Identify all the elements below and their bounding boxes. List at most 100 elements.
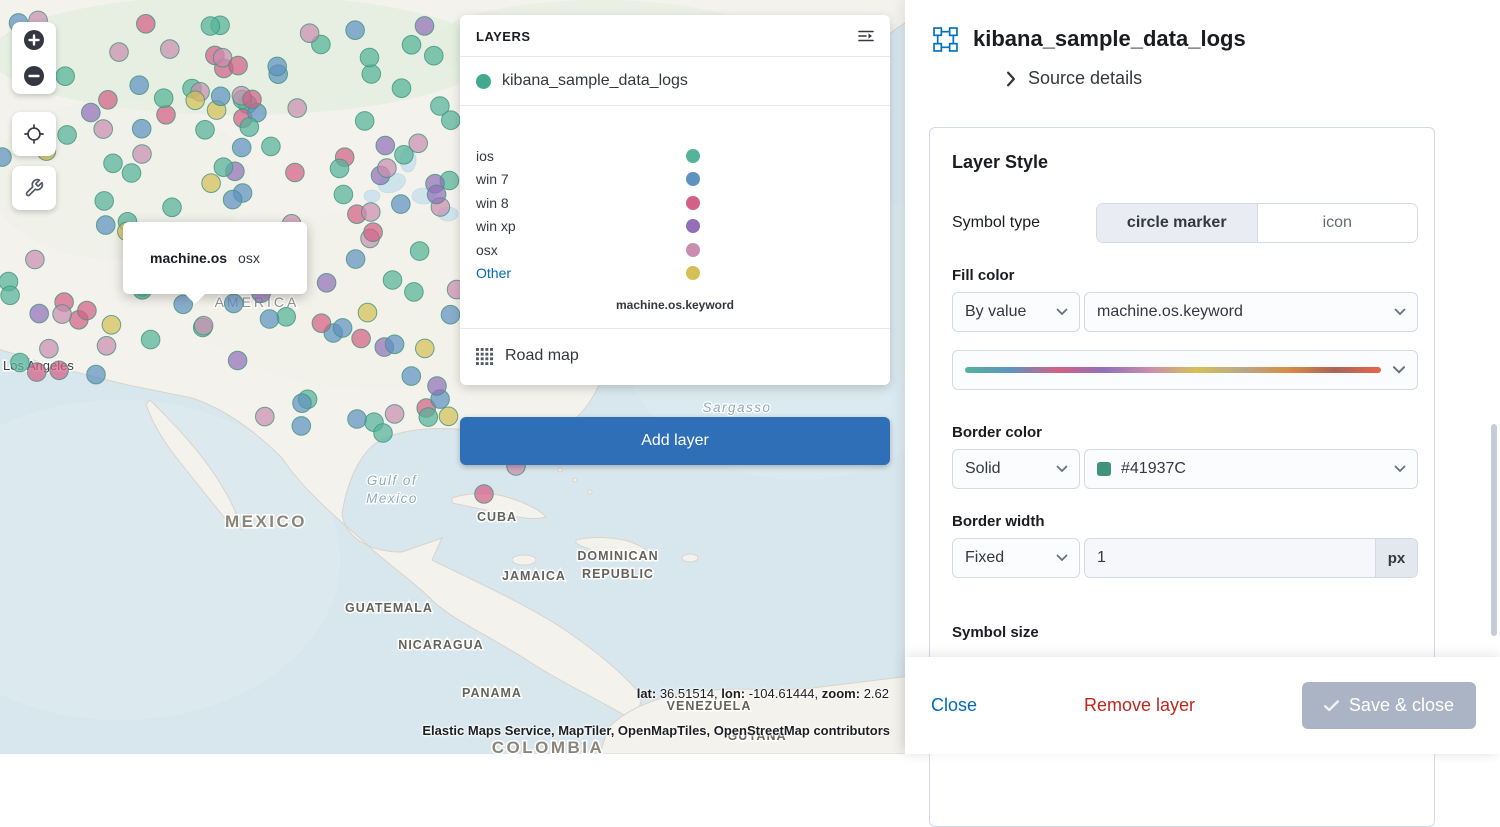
map-marker[interactable] — [405, 283, 424, 302]
map-marker[interactable] — [425, 46, 444, 65]
map-marker[interactable] — [56, 67, 75, 86]
map-marker[interactable] — [312, 314, 331, 333]
map-marker[interactable] — [122, 164, 141, 183]
map-marker[interactable] — [161, 40, 180, 59]
map-canvas[interactable]: Los AngelesAMERICAMEXICOCUBAJAMAICADOMIN… — [0, 0, 905, 754]
map-marker[interactable] — [330, 159, 349, 178]
map-marker[interactable] — [157, 106, 176, 125]
map-marker[interactable] — [104, 154, 123, 173]
color-palette-select[interactable] — [952, 350, 1418, 390]
map-marker[interactable] — [277, 308, 296, 327]
map-marker[interactable] — [99, 91, 118, 110]
map-marker[interactable] — [133, 145, 152, 164]
map-marker[interactable] — [348, 410, 367, 429]
fit-to-data-button[interactable] — [12, 112, 56, 156]
map-marker[interactable] — [243, 90, 262, 109]
flyout-scrollbar[interactable] — [1491, 424, 1497, 636]
map-marker[interactable] — [374, 424, 393, 443]
map-marker[interactable] — [186, 91, 205, 110]
layer-row[interactable]: kibana_sample_data_logs — [460, 57, 890, 106]
map-marker[interactable] — [427, 185, 446, 204]
map-marker[interactable] — [11, 353, 30, 372]
map-marker[interactable] — [419, 408, 438, 427]
map-marker[interactable] — [228, 351, 247, 370]
map-marker[interactable] — [224, 294, 243, 313]
map-marker[interactable] — [53, 305, 72, 324]
map-marker[interactable] — [352, 329, 371, 348]
map-marker[interactable] — [441, 305, 460, 324]
map-marker[interactable] — [229, 56, 248, 75]
map-marker[interactable] — [232, 138, 251, 157]
map-marker[interactable] — [376, 136, 395, 155]
map-marker[interactable] — [255, 407, 274, 426]
map-marker[interactable] — [317, 274, 336, 293]
map-marker[interactable] — [288, 99, 307, 118]
map-marker[interactable] — [102, 316, 121, 335]
map-marker[interactable] — [97, 337, 116, 356]
map-marker[interactable] — [87, 365, 106, 384]
map-marker[interactable] — [334, 185, 353, 204]
border-color-select[interactable]: #41937C — [1084, 449, 1418, 489]
map-marker[interactable] — [260, 310, 279, 329]
zoom-in-button[interactable] — [12, 22, 56, 58]
map-marker[interactable] — [293, 394, 312, 413]
border-width-input[interactable] — [1085, 539, 1375, 577]
map-marker[interactable] — [95, 192, 114, 211]
map-marker[interactable] — [202, 174, 221, 193]
tools-button[interactable] — [12, 166, 56, 210]
map-marker[interactable] — [201, 17, 220, 36]
remove-layer-button[interactable]: Remove layer — [1084, 695, 1195, 716]
map-marker[interactable] — [402, 367, 421, 386]
map-marker[interactable] — [163, 198, 182, 217]
map-marker[interactable] — [409, 134, 428, 153]
map-marker[interactable] — [1, 286, 20, 305]
map-marker[interactable] — [268, 57, 287, 76]
map-marker[interactable] — [442, 111, 461, 130]
map-marker[interactable] — [58, 126, 77, 145]
map-marker[interactable] — [439, 407, 458, 426]
map-marker[interactable] — [30, 304, 49, 323]
zoom-out-button[interactable] — [12, 58, 56, 94]
symbol-icon-button[interactable]: icon — [1258, 204, 1418, 242]
map-marker[interactable] — [223, 190, 242, 209]
map-marker[interactable] — [130, 76, 149, 95]
collapse-layers-icon[interactable] — [858, 28, 874, 44]
map-marker[interactable] — [240, 118, 259, 137]
map-marker[interactable] — [333, 319, 352, 338]
map-marker[interactable] — [415, 17, 434, 36]
map-marker[interactable] — [214, 158, 233, 177]
close-button[interactable]: Close — [931, 695, 977, 716]
map-marker[interactable] — [385, 335, 404, 354]
map-marker[interactable] — [378, 159, 397, 178]
symbol-circle-marker-button[interactable]: circle marker — [1097, 204, 1258, 242]
map-marker[interactable] — [385, 405, 404, 424]
map-marker[interactable] — [26, 250, 45, 269]
map-marker[interactable] — [292, 417, 311, 436]
map-marker[interactable] — [300, 24, 319, 43]
map-marker[interactable] — [94, 120, 113, 139]
map-marker[interactable] — [410, 242, 429, 261]
base-layer-row[interactable]: Road map — [460, 328, 890, 385]
map-marker[interactable] — [154, 89, 173, 108]
add-layer-button[interactable]: Add layer — [460, 417, 890, 465]
map-marker[interactable] — [82, 103, 101, 122]
map-marker[interactable] — [355, 112, 374, 131]
map-marker[interactable] — [360, 48, 379, 67]
map-marker[interactable] — [346, 21, 365, 40]
map-marker[interactable] — [28, 363, 47, 382]
map-marker[interactable] — [346, 250, 365, 269]
fill-field-select[interactable]: machine.os.keyword — [1084, 292, 1418, 332]
map-marker[interactable] — [40, 339, 59, 358]
map-marker[interactable] — [475, 485, 494, 504]
map-marker[interactable] — [286, 163, 305, 182]
save-and-close-button[interactable]: Save & close — [1302, 682, 1476, 729]
border-width-mode-select[interactable]: Fixed — [952, 538, 1080, 578]
map-marker[interactable] — [364, 223, 383, 242]
map-marker[interactable] — [358, 303, 377, 322]
border-mode-select[interactable]: Solid — [952, 449, 1080, 489]
map-marker[interactable] — [362, 65, 381, 84]
map-marker[interactable] — [196, 121, 215, 140]
legend-other-link[interactable]: Other — [476, 265, 686, 281]
map-marker[interactable] — [110, 43, 129, 62]
map-marker[interactable] — [194, 316, 213, 335]
